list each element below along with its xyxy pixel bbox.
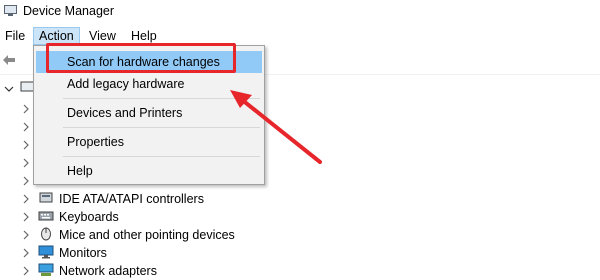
menu-item-add-legacy-hardware[interactable]: Add legacy hardware [36, 73, 262, 95]
chevron-right-icon[interactable] [21, 212, 31, 222]
menu-item-label: Help [67, 164, 93, 178]
chevron-right-icon[interactable] [21, 266, 31, 276]
chevron-right-icon[interactable] [21, 104, 31, 114]
menu-view[interactable]: View [84, 27, 121, 45]
action-dropdown-menu: Scan for hardware changes Add legacy har… [33, 45, 265, 185]
back-arrow-icon[interactable] [2, 54, 16, 66]
tree-item-label: Mice and other pointing devices [59, 228, 235, 242]
tree-item-network-adapters[interactable]: Network adapters [0, 262, 600, 280]
keyboard-icon [38, 211, 54, 221]
window-title: Device Manager [23, 4, 115, 18]
tree-item-label: Monitors [59, 246, 107, 260]
mouse-icon [41, 227, 51, 241]
chevron-right-icon[interactable] [21, 176, 31, 186]
menu-item-label: Add legacy hardware [67, 77, 185, 91]
menu-item-scan-for-hardware-changes[interactable]: Scan for hardware changes [36, 51, 262, 73]
menu-item-label: Devices and Printers [67, 106, 183, 120]
device-manager-icon [4, 5, 17, 16]
chevron-down-icon[interactable] [4, 84, 14, 94]
chevron-right-icon[interactable] [21, 194, 31, 204]
chevron-right-icon[interactable] [21, 230, 31, 240]
tree-item-mice[interactable]: Mice and other pointing devices [0, 226, 600, 244]
menu-bar: File Action View Help [0, 27, 600, 45]
chevron-right-icon[interactable] [21, 122, 31, 132]
tree-item-keyboards[interactable]: Keyboards [0, 208, 600, 226]
menu-action[interactable]: Action [33, 27, 80, 45]
menu-separator [63, 156, 260, 157]
menu-separator [63, 127, 260, 128]
menu-item-help[interactable]: Help [36, 160, 262, 182]
menu-item-devices-and-printers[interactable]: Devices and Printers [36, 102, 262, 124]
tree-item-label: Keyboards [59, 210, 119, 224]
tree-item-label: IDE ATA/ATAPI controllers [59, 192, 204, 206]
menu-separator [63, 98, 260, 99]
menu-file[interactable]: File [0, 27, 30, 45]
chevron-right-icon[interactable] [21, 140, 31, 150]
monitor-icon [38, 245, 54, 259]
ide-controller-icon [39, 192, 53, 203]
tree-item-label: Network adapters [59, 264, 157, 278]
menu-item-properties[interactable]: Properties [36, 131, 262, 153]
tree-item-monitors[interactable]: Monitors [0, 244, 600, 262]
menu-item-label: Properties [67, 135, 124, 149]
menu-item-label: Scan for hardware changes [67, 55, 220, 69]
chevron-right-icon[interactable] [21, 158, 31, 168]
network-adapter-icon [38, 263, 54, 276]
title-bar: Device Manager [0, 0, 600, 24]
chevron-right-icon[interactable] [21, 248, 31, 258]
menu-help[interactable]: Help [126, 27, 162, 45]
tree-item-ide-controllers[interactable]: IDE ATA/ATAPI controllers [0, 190, 600, 208]
